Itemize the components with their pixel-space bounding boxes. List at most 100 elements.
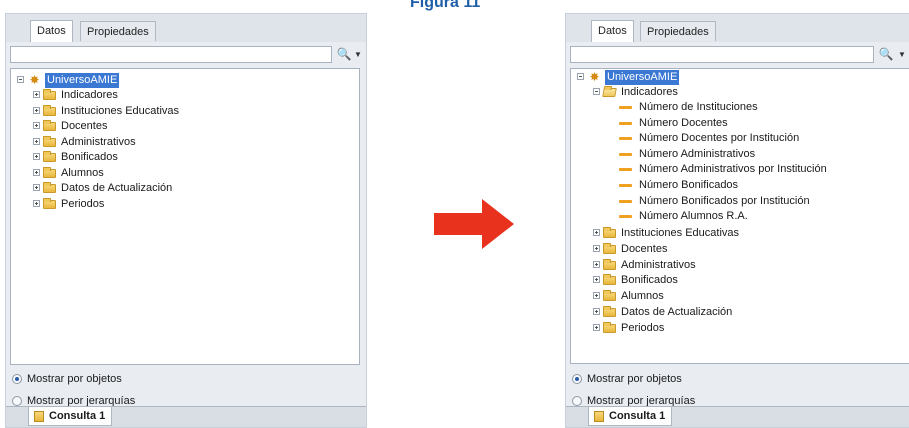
expand-icon[interactable] xyxy=(33,199,40,207)
folder-icon xyxy=(603,321,616,333)
tree-folder-label: Bonificados xyxy=(621,274,678,287)
tree-folder-label: Datos de Actualización xyxy=(61,182,173,194)
folder-icon xyxy=(603,258,616,270)
folder-icon xyxy=(43,135,56,147)
tab-propiedades[interactable]: Propiedades xyxy=(640,21,716,41)
tab-consulta-label: Consulta 1 xyxy=(609,410,666,422)
query-icon xyxy=(594,411,604,422)
radio-button[interactable] xyxy=(12,396,22,406)
query-tab-bar: Consulta 1 xyxy=(566,406,909,427)
tree-folder-label: Indicadores xyxy=(61,89,118,101)
tab-datos[interactable]: Datos xyxy=(591,20,634,42)
left-panel: Datos Propiedades 🔍 ▼ ✸ UniversoAMIE Ind… xyxy=(5,13,367,428)
panel-tabs: Datos Propiedades xyxy=(566,14,909,43)
binoculars-icon[interactable]: 🔍 xyxy=(877,46,895,63)
tab-consulta[interactable]: Consulta 1 xyxy=(28,407,113,426)
folder-icon xyxy=(603,227,616,238)
radio-button[interactable] xyxy=(12,374,22,384)
tree-folder-label: Datos de Actualización xyxy=(621,306,733,318)
chevron-down-icon[interactable]: ▼ xyxy=(897,46,907,63)
folder-icon xyxy=(603,274,616,286)
measure-icon xyxy=(619,168,632,172)
tree-folder-label: Administrativos xyxy=(61,135,136,148)
measure-icon xyxy=(619,121,632,125)
expand-icon[interactable] xyxy=(33,137,40,145)
folder-icon xyxy=(43,151,56,162)
folder-icon xyxy=(43,197,56,209)
folder-open-icon xyxy=(602,88,617,97)
expand-icon[interactable] xyxy=(33,122,40,129)
tree-measure-label: Número Docentes por Institución xyxy=(639,132,800,145)
tree-folder-label: Alumnos xyxy=(61,166,104,179)
tree-root-label: UniversoAMIE xyxy=(605,70,680,85)
expand-icon[interactable] xyxy=(593,292,600,300)
expand-icon[interactable] xyxy=(33,106,40,114)
right-panel: Datos Propiedades 🔍 ▼ ✸ UniversoAMIE Ind… xyxy=(565,13,909,428)
measure-icon xyxy=(619,199,632,203)
radio-button[interactable] xyxy=(572,396,582,406)
object-tree: ✸ UniversoAMIE Indicadores Número de Ins… xyxy=(570,68,909,364)
view-options: Mostrar por objetos Mostrar por jerarquí… xyxy=(566,365,909,407)
folder-icon xyxy=(603,290,616,302)
tree-root-label: UniversoAMIE xyxy=(45,73,120,88)
expand-icon[interactable] xyxy=(593,260,600,268)
tab-datos[interactable]: Datos xyxy=(30,20,73,42)
expand-icon[interactable] xyxy=(593,244,600,252)
tree-measure-label: Número Bonificados por Institución xyxy=(639,194,810,207)
radio-button[interactable] xyxy=(572,374,582,384)
expand-icon[interactable] xyxy=(33,184,40,191)
object-tree: ✸ UniversoAMIE Indicadores Instituciones … xyxy=(10,68,360,365)
tree-folder-label: Periodos xyxy=(61,197,105,210)
tree-folder-label: Indicadores xyxy=(621,86,678,98)
view-options: Mostrar por objetos Mostrar por jerarquí… xyxy=(6,365,366,407)
collapse-icon[interactable] xyxy=(17,76,24,83)
tab-propiedades[interactable]: Propiedades xyxy=(80,21,156,41)
folder-icon xyxy=(43,89,56,100)
arrow-icon xyxy=(434,199,514,249)
binoculars-icon[interactable]: 🔍 xyxy=(335,46,353,63)
query-icon xyxy=(34,411,44,422)
tree-folder-label: Periodos xyxy=(621,321,665,334)
folder-icon xyxy=(43,166,56,178)
tab-consulta[interactable]: Consulta 1 xyxy=(588,407,673,426)
collapse-icon[interactable] xyxy=(577,73,584,80)
measure-icon xyxy=(619,106,632,109)
expand-icon[interactable] xyxy=(33,91,40,98)
measure-icon xyxy=(619,184,632,187)
panel-tabs: Datos Propiedades xyxy=(6,14,366,43)
search-row: 🔍 ▼ xyxy=(566,42,909,68)
expand-icon[interactable] xyxy=(593,229,600,236)
chevron-down-icon[interactable]: ▼ xyxy=(353,46,363,63)
tree-folder-label: Bonificados xyxy=(61,151,118,163)
expand-icon[interactable] xyxy=(593,276,600,284)
search-input[interactable] xyxy=(570,46,874,63)
tab-consulta-label: Consulta 1 xyxy=(49,410,106,422)
tree-folder-label: Instituciones Educativas xyxy=(61,104,180,117)
folder-icon xyxy=(43,120,56,131)
collapse-icon[interactable] xyxy=(593,88,600,95)
expand-icon[interactable] xyxy=(593,308,600,315)
folder-icon xyxy=(603,306,616,317)
universe-icon: ✸ xyxy=(29,73,40,87)
measure-icon xyxy=(619,152,632,156)
measure-icon xyxy=(619,137,632,141)
expand-icon[interactable] xyxy=(33,153,40,160)
expand-icon[interactable] xyxy=(33,168,40,176)
tree-measure-label: Número Bonificados xyxy=(639,179,739,191)
query-tab-bar: Consulta 1 xyxy=(6,406,366,427)
tree-folder-label: Docentes xyxy=(621,242,668,255)
search-row: 🔍 ▼ xyxy=(6,42,366,68)
radio-label: Mostrar por objetos xyxy=(27,373,122,385)
folder-icon xyxy=(43,104,56,116)
expand-icon[interactable] xyxy=(593,323,600,331)
tree-measure-label: Número Alumnos R.A. xyxy=(639,210,748,223)
tree-measure-label: Número Docentes xyxy=(639,116,728,129)
folder-icon xyxy=(603,242,616,254)
figure-title: Figura 11 xyxy=(410,0,481,11)
tree-folder-label: Alumnos xyxy=(621,290,664,303)
search-input[interactable] xyxy=(10,46,332,63)
radio-label: Mostrar por objetos xyxy=(587,373,682,385)
tree-folder-label: Docentes xyxy=(61,120,108,132)
universe-icon: ✸ xyxy=(589,70,600,84)
measure-icon xyxy=(619,215,632,219)
